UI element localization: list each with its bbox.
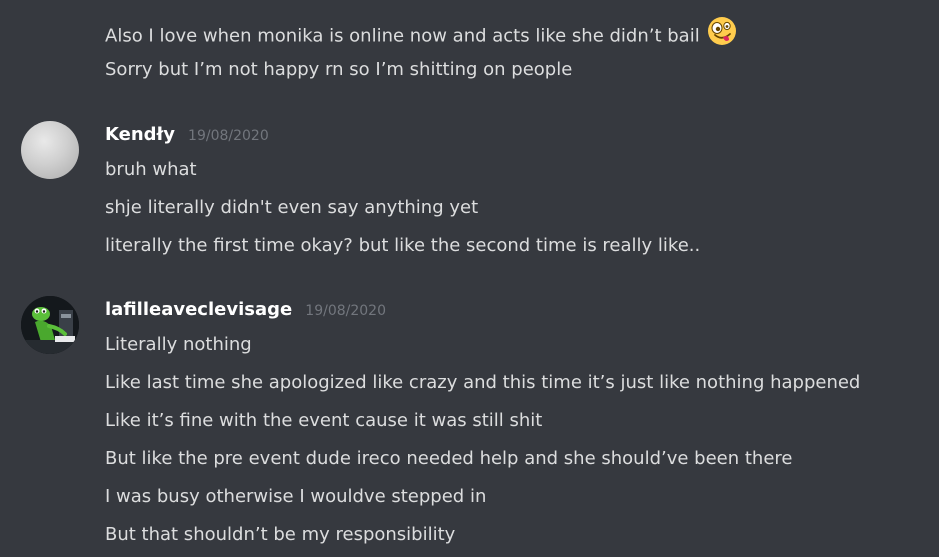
chat-messages-area: ​ Also I love when monika is online now … (0, 0, 939, 557)
message-line: Sorry but I’m not happy rn so I’m shitti… (105, 59, 573, 80)
timestamp: 19/08/2020 (188, 128, 269, 144)
message-line: But like the pre event dude ireco needed… (105, 448, 793, 469)
message-line: Literally nothing (105, 334, 252, 355)
message-header: lafilleaveclevisage 19/08/2020 (105, 298, 386, 323)
username[interactable]: lafilleaveclevisage (105, 299, 292, 320)
username[interactable]: Kendły (105, 124, 175, 145)
message-line: Like last time she apologized like crazy… (105, 372, 861, 393)
message-text: Also I love when monika is online now an… (105, 25, 700, 47)
message-line: shje literally didn't even say anything … (105, 197, 479, 218)
zany-face-emoji-icon (707, 16, 737, 53)
message-line: bruh what (105, 159, 197, 180)
timestamp: 19/08/2020 (305, 303, 386, 319)
avatar[interactable] (21, 121, 79, 179)
message-line: literally the first time okay? but like … (105, 235, 701, 256)
frog-avatar-icon (21, 296, 79, 354)
message-header: Kendły 19/08/2020 (105, 123, 269, 148)
message-line: I was busy otherwise I wouldve stepped i… (105, 486, 487, 507)
message-line: But that shouldn’t be my responsibility (105, 524, 456, 545)
avatar[interactable] (21, 296, 79, 354)
message-line: Like it’s fine with the event cause it w… (105, 410, 543, 431)
message-line: Also I love when monika is online now an… (105, 16, 737, 55)
